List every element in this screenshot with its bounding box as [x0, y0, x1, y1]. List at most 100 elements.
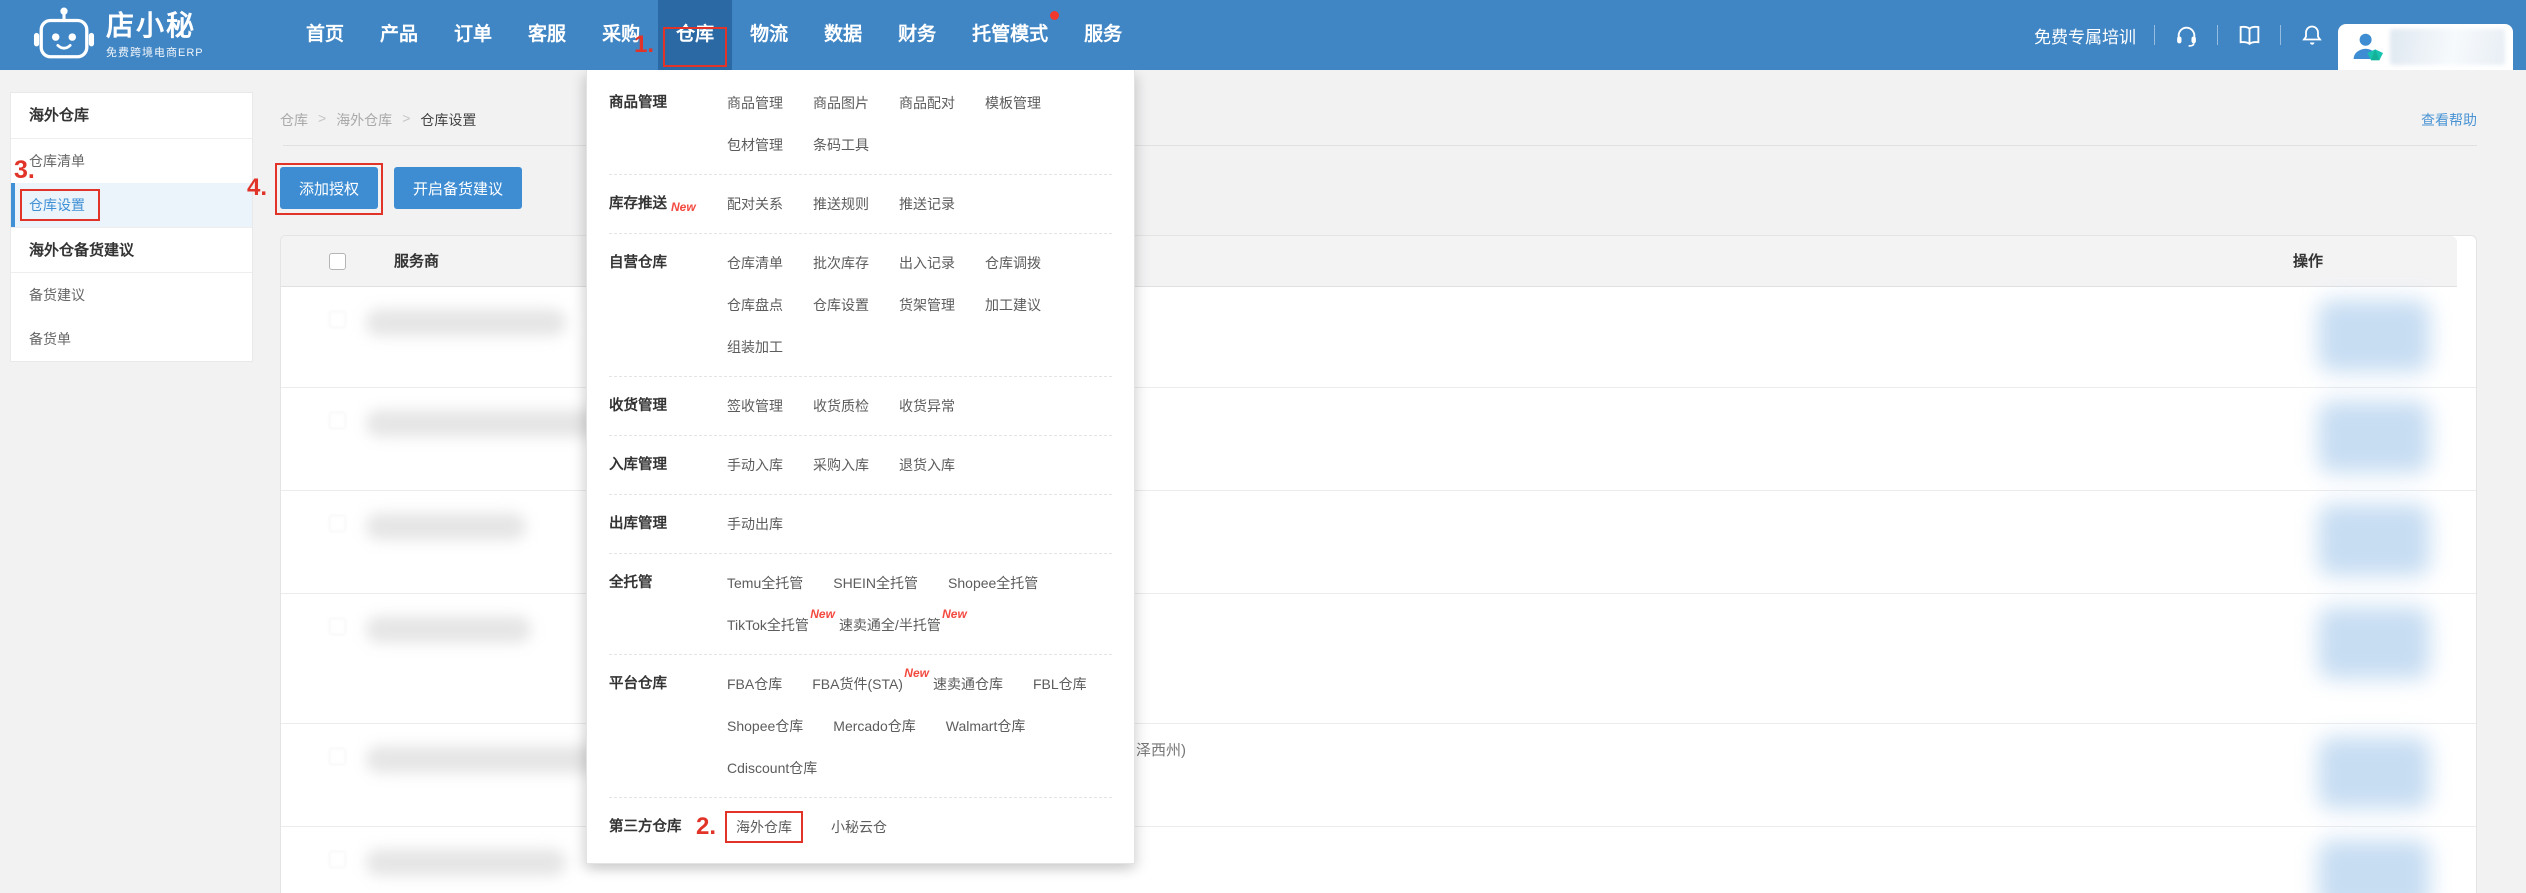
menu-item-product-mgmt[interactable]: 模板管理	[985, 93, 1041, 113]
menu-item-product-mgmt[interactable]: 商品管理	[727, 93, 783, 113]
nav-item-warehouse[interactable]: 仓库1.	[658, 0, 732, 70]
column-header-provider: 服务商	[394, 236, 439, 287]
menu-item-product-mgmt[interactable]: 条码工具	[813, 135, 869, 155]
annotation-step-3: 3.	[14, 156, 35, 185]
nav-item-label: 服务	[1084, 24, 1122, 45]
menu-items: 商品管理 商品图片 商品配对 模板管理包材管理 条码工具	[727, 82, 1112, 166]
nav-item-products[interactable]: 产品	[362, 0, 436, 70]
menu-item-receiving-mgmt[interactable]: 收货质检	[813, 396, 869, 416]
menu-item-platform-warehouse[interactable]: Shopee仓库	[727, 716, 803, 736]
menu-item-stock-push[interactable]: 配对关系	[727, 194, 783, 214]
blurred-action-links	[2318, 737, 2430, 809]
menu-item-inbound-mgmt[interactable]: 退货入库	[899, 455, 955, 475]
view-help-link[interactable]: 查看帮助	[2421, 110, 2477, 130]
sidebar-item-stock-order[interactable]: 备货单	[11, 317, 252, 361]
menu-item-platform-warehouse[interactable]: FBA仓库	[727, 674, 782, 694]
menu-category-label: 商品管理	[609, 82, 727, 166]
menu-item-product-mgmt[interactable]: 包材管理	[727, 135, 783, 155]
menu-item-receiving-mgmt[interactable]: 签收管理	[727, 396, 783, 416]
menu-item-platform-warehouse[interactable]: FBA货件(STA)New	[812, 674, 903, 694]
row-checkbox[interactable]	[329, 311, 346, 328]
menu-item-stock-push[interactable]: 推送规则	[813, 194, 869, 214]
select-all-checkbox[interactable]	[329, 253, 346, 270]
menu-category-label: 全托管	[609, 562, 727, 646]
menu-item-row: 包材管理 条码工具	[727, 124, 1112, 166]
menu-item-third-party-warehouse[interactable]: 小秘云仓	[831, 817, 887, 837]
nav-item-services[interactable]: 服务	[1066, 0, 1140, 70]
menu-item-self-warehouse[interactable]: 批次库存	[813, 253, 869, 273]
menu-item-product-mgmt[interactable]: 商品图片	[813, 93, 869, 113]
menu-item-inbound-mgmt[interactable]: 手动入库	[727, 455, 783, 475]
menu-item-row: 商品管理 商品图片 商品配对 模板管理	[727, 82, 1112, 124]
row-checkbox[interactable]	[329, 412, 346, 429]
menu-category-label: 出库管理	[609, 503, 727, 545]
topbar-right-tools: 免费专属培训	[2034, 0, 2325, 70]
menu-item-self-warehouse[interactable]: 出入记录	[899, 253, 955, 273]
menu-group-self-warehouse: 自营仓库仓库清单批次库存出入记录仓库调拨仓库盘点仓库设置货架管理加工建议组装加工	[609, 233, 1112, 376]
menu-item-full-managed[interactable]: Shopee全托管	[948, 573, 1038, 593]
menu-item-stock-push[interactable]: 推送记录	[899, 194, 955, 214]
menu-item-self-warehouse[interactable]: 仓库调拨	[985, 253, 1041, 273]
menu-item-self-warehouse[interactable]: 加工建议	[985, 295, 1041, 315]
app-logo[interactable]: 店小秘 免费跨境电商ERP	[32, 6, 204, 64]
menu-items: Temu全托管 SHEIN全托管 Shopee全托管 TikTok全托管New 速卖通全…	[727, 562, 1112, 646]
menu-item-full-managed[interactable]: TikTok全托管New	[727, 615, 809, 635]
menu-items: 手动入库 采购入库 退货入库	[727, 444, 1112, 486]
nav-item-managed-mode[interactable]: 托管模式	[954, 0, 1066, 70]
menu-group-receiving-mgmt: 收货管理签收管理收货质检收货异常	[609, 376, 1112, 435]
menu-item-full-managed[interactable]: Temu全托管	[727, 573, 803, 593]
nav-item-label: 仓库	[676, 24, 714, 45]
free-training-link[interactable]: 免费专属培训	[2034, 23, 2136, 48]
blurred-action-links	[2318, 401, 2430, 473]
menu-items: 手动出库	[727, 503, 1112, 545]
bell-icon[interactable]	[2299, 22, 2325, 48]
menu-item-platform-warehouse[interactable]: Mercado仓库	[833, 716, 915, 736]
sidebar-item-warehouse-list[interactable]: 仓库清单	[11, 139, 252, 183]
menu-item-self-warehouse[interactable]: 货架管理	[899, 295, 955, 315]
nav-item-logistics[interactable]: 物流	[732, 0, 806, 70]
menu-item-self-warehouse[interactable]: 仓库盘点	[727, 295, 783, 315]
menu-group-platform-warehouse: 平台仓库FBA仓库FBA货件(STA)New速卖通仓库FBL仓库Shopee仓库…	[609, 654, 1112, 797]
menu-item-platform-warehouse[interactable]: 速卖通仓库	[933, 674, 1003, 694]
row-checkbox[interactable]	[329, 618, 346, 635]
nav-item-finance[interactable]: 财务	[880, 0, 954, 70]
sidebar-item-label: 仓库设置	[29, 183, 85, 227]
menu-item-product-mgmt[interactable]: 商品配对	[899, 93, 955, 113]
menu-group-product-mgmt: 商品管理商品管理 商品图片 商品配对 模板管理包材管理 条码工具	[609, 74, 1112, 174]
nav-item-customer-service[interactable]: 客服	[510, 0, 584, 70]
blurred-provider-name	[366, 309, 566, 336]
sidebar-item-stock-suggestion[interactable]: 备货建议	[11, 273, 252, 317]
nav-item-data[interactable]: 数据	[806, 0, 880, 70]
menu-item-self-warehouse[interactable]: 仓库清单	[727, 253, 783, 273]
nav-item-label: 物流	[750, 24, 788, 45]
nav-item-orders[interactable]: 订单	[436, 0, 510, 70]
menu-item-outbound-mgmt[interactable]: 手动出库	[727, 514, 783, 534]
row-checkbox[interactable]	[329, 515, 346, 532]
enable-stock-suggestion-button[interactable]: 开启备货建议	[394, 167, 522, 209]
warehouse-dropdown-menu: 商品管理商品管理商品图片商品配对模板管理包材管理条码工具库存推送New配对关系推…	[586, 70, 1135, 864]
menu-item-full-managed[interactable]: 速卖通全/半托管New	[839, 615, 941, 635]
menu-item-receiving-mgmt[interactable]: 收货异常	[899, 396, 955, 416]
menu-item-inbound-mgmt[interactable]: 采购入库	[813, 455, 869, 475]
breadcrumb-item[interactable]: 海外仓库	[336, 110, 392, 130]
breadcrumb-item[interactable]: 仓库	[280, 110, 308, 130]
nav-item-label: 订单	[454, 24, 492, 45]
menu-item-platform-warehouse[interactable]: Walmart仓库	[946, 716, 1026, 736]
menu-item-self-warehouse[interactable]: 组装加工	[727, 337, 783, 357]
book-icon[interactable]	[2236, 22, 2262, 48]
menu-items: FBA仓库 FBA货件(STA)New 速卖通仓库 FBL仓库 Shopee仓库 Merc…	[727, 663, 1112, 789]
row-checkbox[interactable]	[329, 851, 346, 868]
nav-item-home[interactable]: 首页	[288, 0, 362, 70]
user-account-box[interactable]	[2338, 24, 2513, 70]
add-authorization-button[interactable]: 添加授权	[280, 167, 378, 209]
menu-item-full-managed[interactable]: SHEIN全托管	[833, 573, 918, 593]
menu-item-third-party-warehouse[interactable]: 海外仓库2.	[725, 811, 803, 843]
app-title: 店小秘	[106, 10, 204, 42]
menu-item-self-warehouse[interactable]: 仓库设置	[813, 295, 869, 315]
breadcrumb-separator: >	[318, 110, 326, 130]
sidebar-item-warehouse-settings[interactable]: 仓库设置	[11, 183, 252, 227]
menu-item-platform-warehouse[interactable]: FBL仓库	[1033, 674, 1087, 694]
headset-icon[interactable]	[2173, 22, 2199, 48]
row-checkbox[interactable]	[329, 748, 346, 765]
menu-item-platform-warehouse[interactable]: Cdiscount仓库	[727, 758, 817, 778]
